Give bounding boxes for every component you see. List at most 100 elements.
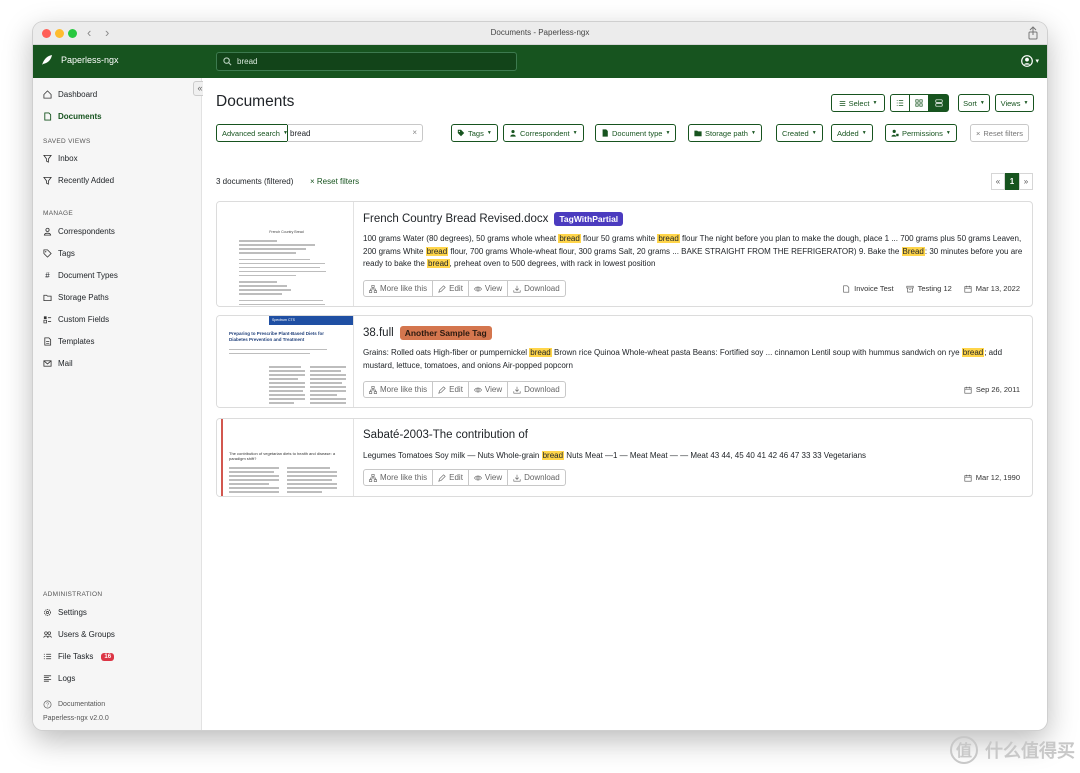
filter-text-input[interactable]: bread × — [287, 124, 423, 142]
thumbnail-margin-line — [221, 419, 223, 496]
sidebar-item-users-groups[interactable]: Users & Groups — [43, 630, 115, 639]
document-tag[interactable]: Another Sample Tag — [399, 326, 492, 340]
user-menu[interactable]: ▾ — [1021, 55, 1039, 67]
large-cards-icon — [934, 99, 943, 107]
storage-path-value[interactable]: Testing 12 — [918, 284, 952, 293]
view-list-button[interactable] — [890, 94, 910, 112]
views-dropdown-button[interactable]: Views ▼ — [995, 94, 1034, 112]
download-button[interactable]: Download — [508, 381, 566, 398]
view-button[interactable]: View — [468, 280, 509, 297]
snippet-text: , preheat oven to 500 degrees, with rack… — [449, 259, 656, 268]
search-icon — [223, 57, 232, 66]
document-type-filter-label: Document type — [612, 128, 663, 138]
person-lock-icon — [891, 129, 899, 137]
document-thumbnail[interactable]: French Country Bread — [217, 202, 354, 306]
clear-filter-text-button[interactable]: × — [412, 128, 417, 137]
file-tasks-count-badge: 16 — [101, 652, 115, 661]
download-icon — [513, 285, 521, 293]
share-icon[interactable] — [1027, 26, 1039, 40]
eye-icon — [473, 387, 482, 392]
pagination-next-button[interactable]: » — [1019, 173, 1033, 190]
site-watermark: 值 什么值得买 — [949, 735, 1075, 765]
advanced-search-dropdown[interactable]: Advanced search ▼ — [216, 124, 288, 142]
view-small-cards-button[interactable] — [909, 94, 929, 112]
sidebar-item-inbox[interactable]: Inbox — [43, 154, 78, 163]
document-type-filter-dropdown[interactable]: Document type ▼ — [595, 124, 677, 142]
eye-icon — [473, 475, 482, 480]
document-thumbnail[interactable]: The contribution of vegetarian diets to … — [217, 419, 354, 496]
sidebar-item-label: Dashboard — [58, 90, 98, 99]
download-button[interactable]: Download — [508, 469, 566, 486]
document-tag[interactable]: TagWithPartial — [554, 212, 624, 226]
sidebar: Dashboard Documents SAVED VIEWS Inbox Re… — [33, 78, 202, 730]
more-like-this-label: More like this — [380, 473, 428, 482]
reset-filters-link[interactable]: × Reset filters — [310, 177, 359, 186]
document-type-value[interactable]: Invoice Test — [854, 284, 893, 293]
sidebar-item-recently-added[interactable]: Recently Added — [43, 176, 114, 185]
global-search-input[interactable] — [237, 57, 497, 66]
sidebar-item-storage-paths[interactable]: Storage Paths — [43, 293, 109, 302]
sidebar-item-document-types[interactable]: # Document Types — [43, 271, 118, 280]
house-icon — [43, 90, 52, 99]
caret-down-icon: ▼ — [945, 130, 951, 136]
sidebar-item-settings[interactable]: Settings — [43, 608, 87, 617]
documentation-link[interactable]: ? Documentation — [43, 700, 105, 709]
pagination-page-button[interactable]: 1 — [1005, 173, 1019, 190]
thumbnail-page-text — [229, 349, 344, 356]
document-thumbnail[interactable]: Spectrum CTS Preparing to Prescribe Plan… — [217, 316, 354, 407]
created-filter-dropdown[interactable]: Created ▼ — [776, 124, 823, 142]
search-highlight: bread — [541, 451, 565, 460]
document-title[interactable]: Sabaté-2003-The contribution of — [363, 429, 528, 441]
tags-filter-label: Tags — [468, 128, 484, 138]
svg-text:值: 值 — [956, 741, 972, 760]
tags-filter-dropdown[interactable]: Tags ▼ — [451, 124, 498, 142]
pagination-prev-button[interactable]: « — [991, 173, 1005, 190]
app-window: ‹ › Documents - Paperless-ngx Paperless-… — [33, 22, 1047, 730]
leaf-logo-icon — [42, 55, 52, 65]
brand-link[interactable]: Paperless-ngx — [41, 54, 119, 66]
person-fill-icon — [510, 129, 516, 137]
more-like-this-button[interactable]: More like this — [363, 280, 434, 297]
sidebar-item-file-tasks[interactable]: File Tasks 16 — [43, 652, 115, 661]
edit-button[interactable]: Edit — [433, 280, 469, 297]
permissions-filter-dropdown[interactable]: Permissions ▼ — [885, 124, 957, 142]
sidebar-item-mail[interactable]: Mail — [43, 359, 73, 368]
edit-button[interactable]: Edit — [433, 469, 469, 486]
view-button[interactable]: View — [468, 381, 509, 398]
file-fill-icon — [602, 129, 608, 137]
pencil-icon — [438, 385, 446, 394]
added-filter-dropdown[interactable]: Added ▼ — [831, 124, 873, 142]
storage-path-filter-dropdown[interactable]: Storage path ▼ — [688, 124, 762, 142]
document-title[interactable]: French Country Bread Revised.docx — [363, 213, 548, 225]
sidebar-item-documents[interactable]: Documents — [43, 112, 102, 121]
app-navbar: Paperless-ngx ▾ — [33, 45, 1047, 78]
sidebar-item-correspondents[interactable]: Correspondents — [43, 227, 115, 236]
sidebar-item-custom-fields[interactable]: Custom Fields — [43, 315, 109, 324]
sidebar-item-tags[interactable]: Tags — [43, 249, 75, 258]
document-title[interactable]: 38.full — [363, 327, 394, 339]
sort-dropdown-button[interactable]: Sort ▼ — [958, 94, 990, 112]
sidebar-item-dashboard[interactable]: Dashboard — [43, 90, 97, 99]
edit-button[interactable]: Edit — [433, 381, 469, 398]
view-large-cards-button[interactable] — [928, 94, 949, 112]
sidebar-item-templates[interactable]: Templates — [43, 337, 94, 346]
sidebar-item-logs[interactable]: Logs — [43, 674, 75, 683]
view-button[interactable]: View — [468, 469, 509, 486]
select-dropdown-button[interactable]: Select ▼ — [831, 94, 885, 112]
tag-fill-icon — [457, 129, 465, 137]
correspondent-filter-dropdown[interactable]: Correspondent ▼ — [503, 124, 584, 142]
more-like-this-button[interactable]: More like this — [363, 381, 434, 398]
window-title: Documents - Paperless-ngx — [490, 28, 590, 37]
person-icon — [43, 227, 52, 236]
global-search[interactable] — [216, 52, 517, 71]
thumbnail-column — [269, 366, 305, 406]
reset-filters-button[interactable]: × Reset filters — [970, 124, 1029, 142]
view-label: View — [484, 284, 503, 293]
sidebar-item-label: Recently Added — [58, 176, 115, 185]
download-button[interactable]: Download — [508, 280, 566, 297]
document-title-row: Sabaté-2003-The contribution of — [363, 429, 528, 441]
document-title-row: French Country Bread Revised.docx TagWit… — [363, 212, 624, 226]
chevron-down-icon: ▾ — [1035, 58, 1039, 65]
document-content-snippet: 100 grams Water (80 degrees), 50 grams w… — [363, 233, 1028, 271]
more-like-this-button[interactable]: More like this — [363, 469, 434, 486]
